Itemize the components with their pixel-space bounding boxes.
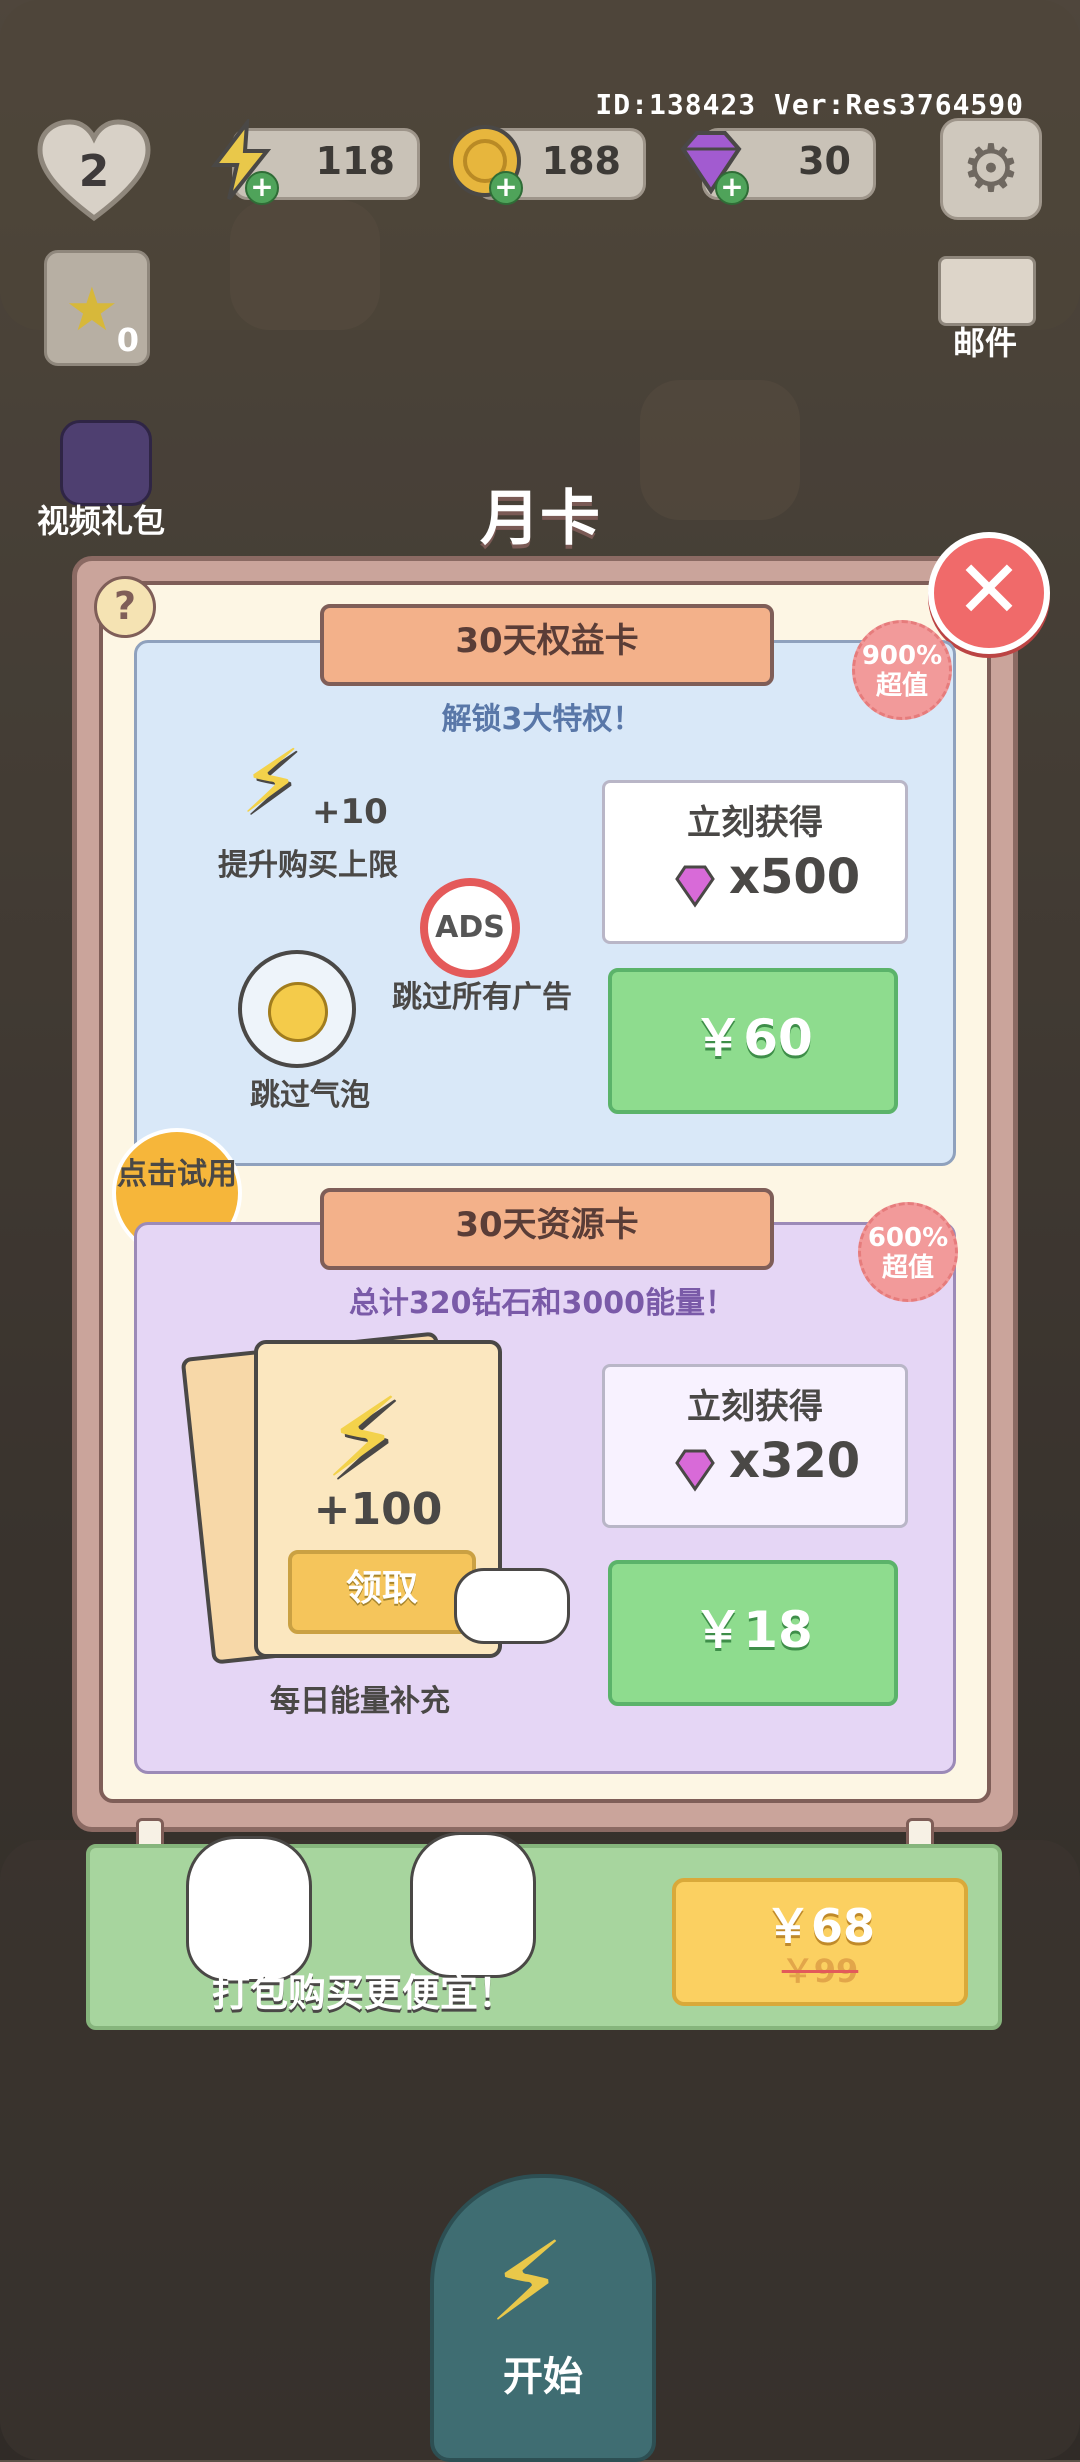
- start-label: 开始: [503, 2354, 583, 2400]
- cat-icon: [410, 1832, 536, 1978]
- question-icon: ?: [113, 584, 137, 628]
- bundle-original-price: ￥99: [781, 1952, 859, 1990]
- gem-icon: [675, 1449, 715, 1492]
- mail-button[interactable]: 邮件: [930, 256, 1040, 362]
- coin-value: 188: [541, 139, 621, 183]
- cat-icon: [186, 1836, 312, 1982]
- energy-bolt-icon: ⚡: [324, 1374, 402, 1502]
- instant-reward-quantity: x320: [729, 1433, 861, 1489]
- no-ads-icon: ADS: [420, 878, 520, 978]
- gem-icon: [675, 865, 715, 908]
- perk-label-skip-bubble: 跳过气泡: [250, 1078, 370, 1113]
- daily-energy-label: 每日能量补充: [270, 1684, 450, 1719]
- gear-icon: ⚙: [961, 130, 1021, 207]
- value-badge-percent: 900%: [861, 641, 943, 671]
- envelope-icon: [938, 256, 1036, 326]
- daily-energy-amount: +100: [313, 1484, 443, 1535]
- pointing-hand-icon: [454, 1568, 570, 1644]
- close-icon: ✕: [955, 543, 1023, 636]
- value-badge: 900% 超值: [852, 620, 952, 720]
- buy-resource-card-button[interactable]: ￥18: [608, 1560, 898, 1706]
- star-jar-button[interactable]: ★ 0: [44, 250, 150, 366]
- lives-count: 2: [78, 146, 110, 197]
- coin-counter: + 188: [449, 125, 646, 205]
- buy-benefit-card-button[interactable]: ￥60: [608, 968, 898, 1114]
- perk-label-purchase-limit: 提升购买上限: [218, 848, 398, 883]
- gem-counter: + 30: [680, 128, 876, 205]
- energy-bolt-icon: ⚡: [488, 2218, 566, 2346]
- mail-label: 邮件: [952, 324, 1017, 362]
- close-button[interactable]: ✕: [928, 532, 1050, 654]
- resource-card-subtitle: 总计320钻石和3000能量！: [348, 1286, 736, 1321]
- resource-card-ribbon: 30天资源卡: [320, 1188, 774, 1270]
- gem-value: 30: [798, 139, 851, 183]
- star-icon: ★: [65, 275, 119, 345]
- star-jar-count: 0: [116, 321, 139, 359]
- bundle-text: 打包购买更便宜！: [212, 1971, 517, 2015]
- energy-counter: + 118: [210, 116, 420, 205]
- instant-reward-quantity: x500: [729, 849, 861, 905]
- instant-reward-title: 立刻获得: [687, 1387, 823, 1427]
- settings-button[interactable]: ⚙: [940, 118, 1042, 220]
- energy-add-button[interactable]: +: [245, 171, 279, 205]
- instant-reward-title: 立刻获得: [687, 803, 823, 843]
- buy-bundle-button[interactable]: ￥68 ￥99: [672, 1878, 968, 2006]
- energy-limit-icon: ⚡: [240, 730, 302, 833]
- value-badge: 600% 超值: [858, 1202, 958, 1302]
- help-button[interactable]: ?: [94, 576, 156, 638]
- energy-value: 118: [315, 139, 395, 183]
- gem-add-button[interactable]: +: [715, 171, 749, 205]
- value-badge-text: 超值: [875, 671, 928, 701]
- bubble-coin-icon: [238, 950, 356, 1068]
- id-version-label: ID:138423 Ver:Res3764590: [595, 88, 1024, 121]
- value-badge-text: 超值: [881, 1253, 934, 1283]
- lives-indicator[interactable]: 2: [34, 116, 154, 226]
- value-badge-percent: 600%: [867, 1223, 949, 1253]
- claim-button[interactable]: 领取: [288, 1550, 476, 1634]
- benefit-card-ribbon: 30天权益卡: [320, 604, 774, 686]
- start-button[interactable]: ⚡ 开始: [430, 2174, 656, 2462]
- dialog-title: 月卡: [480, 484, 600, 554]
- energy-limit-plus: +10: [312, 792, 388, 832]
- perk-label-skip-ads: 跳过所有广告: [392, 980, 572, 1015]
- coin-add-button[interactable]: +: [489, 171, 523, 205]
- instant-reward-box: 立刻获得 x500: [602, 780, 908, 944]
- instant-reward-box: 立刻获得 x320: [602, 1364, 908, 1528]
